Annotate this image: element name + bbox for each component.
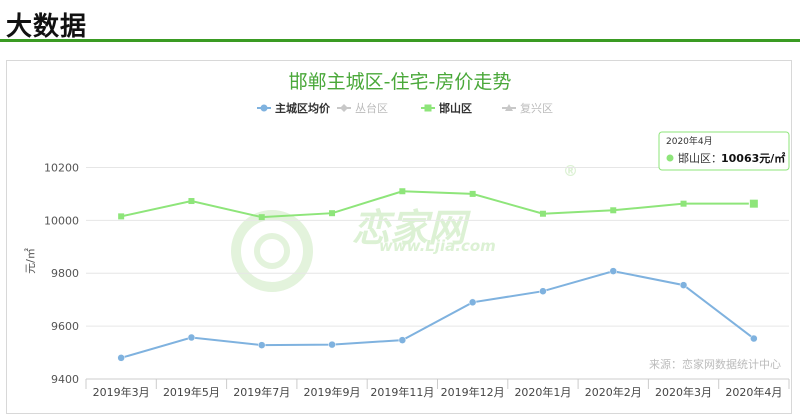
watermark-logo-inner-icon <box>254 233 290 269</box>
x-tick-label: 2020年1月 <box>514 385 571 399</box>
x-tick-label: 2020年3月 <box>655 385 712 399</box>
data-point[interactable] <box>188 198 195 205</box>
x-tick-label: 2019年9月 <box>304 385 361 399</box>
watermark-url: www.Ljia.com <box>379 237 496 255</box>
chart-title: 邯郸主城区-住宅-房价走势 <box>289 71 512 93</box>
watermark: 恋家网www.Ljia.com® <box>231 162 578 292</box>
legend-label: 邯山区 <box>439 101 472 115</box>
legend-label: 复兴区 <box>520 101 553 115</box>
data-point[interactable] <box>187 333 196 342</box>
data-point[interactable] <box>399 188 406 195</box>
data-point[interactable] <box>679 281 688 289</box>
data-point[interactable] <box>258 341 266 349</box>
legend-marker-square-icon <box>424 104 432 112</box>
legend-item[interactable]: 复兴区 <box>502 101 553 115</box>
x-tick-label: 2020年4月 <box>725 385 782 399</box>
data-point[interactable] <box>329 210 336 217</box>
section-header: 大数据 <box>0 0 800 44</box>
data-point[interactable] <box>680 200 687 207</box>
data-point[interactable] <box>328 340 336 349</box>
price-chart[interactable]: 恋家网 www.Ljia.com ® 邯郸主城区-住宅-房价走势 主城区均价 丛台区 邯山区… <box>6 60 792 414</box>
data-point[interactable] <box>118 213 125 220</box>
y-tick-label: 9800 <box>51 267 79 280</box>
y-tick-label: 9400 <box>51 373 79 386</box>
tooltip: 2020年4月邯山区： 10063元/㎡ <box>658 131 790 171</box>
tooltip-value: 10063元/㎡ <box>721 151 785 165</box>
tooltip-marker-icon <box>666 154 674 162</box>
section-title: 大数据 <box>6 12 88 42</box>
x-tick-label: 2019年12月 <box>441 385 505 399</box>
tooltip-label: 邯山区： <box>678 151 722 165</box>
series-line <box>120 270 755 359</box>
x-tick-label: 2019年3月 <box>93 385 150 399</box>
data-point[interactable] <box>398 336 407 344</box>
y-tick-label: 10200 <box>44 161 79 174</box>
data-point[interactable] <box>469 190 476 197</box>
section-divider <box>0 39 800 42</box>
y-tick-label: 10000 <box>44 214 79 227</box>
series-0 <box>117 267 758 362</box>
chart-canvas: 恋家网www.Ljia.com®邯郸主城区-住宅-房价走势主城区均价 丛台区 邯山区… <box>24 71 790 399</box>
legend-marker-circle-icon <box>260 104 268 112</box>
chart-legend: 主城区均价 丛台区 邯山区 复兴区 <box>257 101 553 115</box>
x-tick-label: 2019年7月 <box>233 385 290 399</box>
legend-label: 主城区均价 <box>275 101 331 115</box>
data-point[interactable] <box>539 287 547 295</box>
data-point[interactable] <box>750 334 758 343</box>
x-tick-label: 2019年5月 <box>163 385 220 399</box>
legend-marker-diamond-icon <box>340 104 348 112</box>
data-point[interactable] <box>539 210 546 217</box>
watermark-logo-icon <box>231 210 313 292</box>
tooltip-date: 2020年4月 <box>666 135 713 147</box>
y-axis-title: 元/㎡ <box>24 248 37 274</box>
data-point[interactable] <box>117 354 125 362</box>
legend-label: 丛台区 <box>355 101 388 115</box>
legend-item[interactable]: 丛台区 <box>337 101 388 115</box>
data-point[interactable] <box>258 214 265 221</box>
y-tick-label: 9600 <box>51 320 79 333</box>
source-note: 来源：恋家网数据统计中心 <box>649 357 781 371</box>
legend-item[interactable]: 主城区均价 <box>257 101 331 115</box>
legend-item[interactable]: 邯山区 <box>421 101 472 115</box>
data-point[interactable] <box>468 298 477 307</box>
data-point[interactable] <box>748 198 759 209</box>
x-tick-label: 2020年2月 <box>585 385 642 399</box>
x-tick-label: 2019年11月 <box>370 385 434 399</box>
watermark-registered-mark: ® <box>563 162 578 180</box>
data-point[interactable] <box>610 207 617 214</box>
data-point[interactable] <box>609 267 617 275</box>
